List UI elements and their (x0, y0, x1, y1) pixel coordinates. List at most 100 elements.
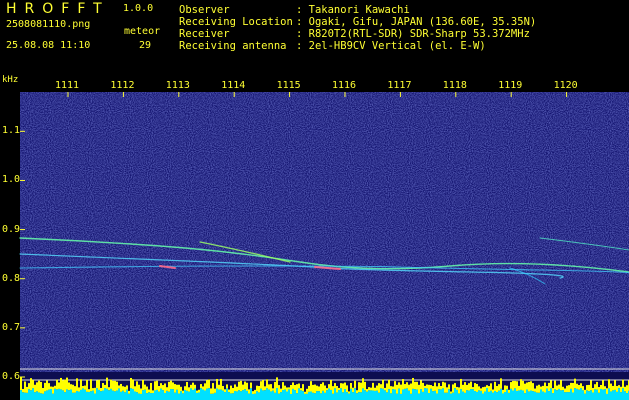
level-bar-peak (88, 389, 90, 392)
level-bar-peak (42, 387, 44, 394)
level-bar-base (228, 392, 230, 400)
level-bar-base (208, 388, 210, 400)
level-bar-peak (50, 386, 52, 389)
level-bar-peak (448, 384, 450, 390)
level-bar-base (120, 391, 122, 400)
level-bar-peak (348, 391, 350, 394)
date-time: 25.08.08 11:10 (6, 40, 91, 51)
level-bar-base (486, 388, 488, 400)
level-bar-base (278, 393, 280, 400)
level-bar-peak (116, 381, 118, 391)
level-bar-base (414, 389, 416, 400)
level-bar-base (608, 388, 610, 400)
level-bar-peak (350, 382, 352, 389)
level-bar-peak (292, 382, 294, 389)
level-bar-peak (496, 386, 498, 393)
level-bar-base (468, 390, 470, 400)
level-bar-peak (54, 385, 56, 389)
level-bar-peak (146, 386, 148, 394)
level-bar-peak (572, 382, 574, 393)
level-bar-peak (110, 379, 112, 389)
level-bar-base (330, 389, 332, 400)
level-bar-peak (230, 385, 232, 394)
level-bar-peak (90, 379, 92, 392)
level-bar-peak (112, 380, 114, 391)
level-bar-peak (338, 387, 340, 391)
level-bar-base (532, 391, 534, 400)
level-bar-peak (258, 385, 260, 393)
level-bar-base (372, 390, 374, 400)
level-bar-peak (538, 384, 540, 393)
level-bar-base (342, 392, 344, 400)
level-bar-peak (194, 384, 196, 389)
level-bar-base (102, 390, 104, 400)
level-bar-base (364, 390, 366, 400)
level-bar-base (392, 389, 394, 400)
level-bar-base (418, 393, 420, 400)
level-bar-peak (284, 385, 286, 390)
level-bar-peak (536, 385, 538, 393)
level-bar-peak (400, 384, 402, 394)
level-bar-peak (604, 386, 606, 390)
level-bar-base (58, 388, 60, 400)
level-bar-base (224, 392, 226, 400)
level-bar-peak (22, 388, 24, 393)
level-bar-base (156, 389, 158, 400)
level-bar-base (54, 388, 56, 400)
level-bar-peak (266, 379, 268, 389)
level-bar-base (198, 392, 200, 400)
level-bar-base (558, 388, 560, 400)
level-bar-peak (340, 383, 342, 389)
level-bar-base (250, 388, 252, 400)
level-bar-base (584, 393, 586, 400)
level-bar-peak (376, 385, 378, 391)
level-bar-base (192, 390, 194, 400)
level-bar-base (398, 388, 400, 400)
level-bar-peak (600, 384, 602, 389)
level-bar-base (118, 388, 120, 400)
level-bar-base (186, 390, 188, 400)
level-bar-peak (188, 387, 190, 392)
level-bar-peak (434, 382, 436, 391)
level-bar-base (338, 390, 340, 400)
level-bar-base (522, 390, 524, 400)
level-bar-base (248, 393, 250, 400)
level-bar-base (22, 392, 24, 400)
level-bar-peak (502, 389, 504, 394)
level-bar-peak (346, 385, 348, 393)
level-bar-peak (204, 383, 206, 391)
level-bar-peak (574, 378, 576, 389)
level-bar-peak (308, 385, 310, 392)
level-bar-base (256, 391, 258, 400)
level-bar-peak (506, 385, 508, 390)
level-bar-base (506, 389, 508, 400)
level-bar-peak (160, 383, 162, 389)
level-bar-base (98, 389, 100, 400)
level-bar-base (134, 391, 136, 400)
level-bar-base (500, 388, 502, 400)
level-bar-base (410, 393, 412, 400)
level-bar-base (222, 390, 224, 400)
level-bar-base (400, 393, 402, 400)
level-bar-base (230, 393, 232, 400)
level-bar-peak (34, 384, 36, 393)
level-bar-peak (616, 386, 618, 392)
level-bar-base (438, 389, 440, 400)
level-bar-base (188, 391, 190, 400)
level-bar-peak (590, 380, 592, 391)
level-bar-base (304, 393, 306, 400)
level-bar-base (24, 392, 26, 400)
level-bar-peak (30, 378, 32, 391)
level-bar-peak (170, 380, 172, 390)
level-bar-base (76, 390, 78, 400)
level-bar-base (612, 390, 614, 400)
level-bar-peak (472, 387, 474, 390)
level-bar-base (334, 388, 336, 400)
level-bar-peak (152, 390, 154, 394)
level-bar-base (166, 390, 168, 400)
level-bar-peak (388, 379, 390, 390)
level-bar-peak (78, 387, 80, 392)
level-bar-peak (80, 379, 82, 390)
level-bar-base (144, 389, 146, 400)
level-bar-base (348, 393, 350, 400)
